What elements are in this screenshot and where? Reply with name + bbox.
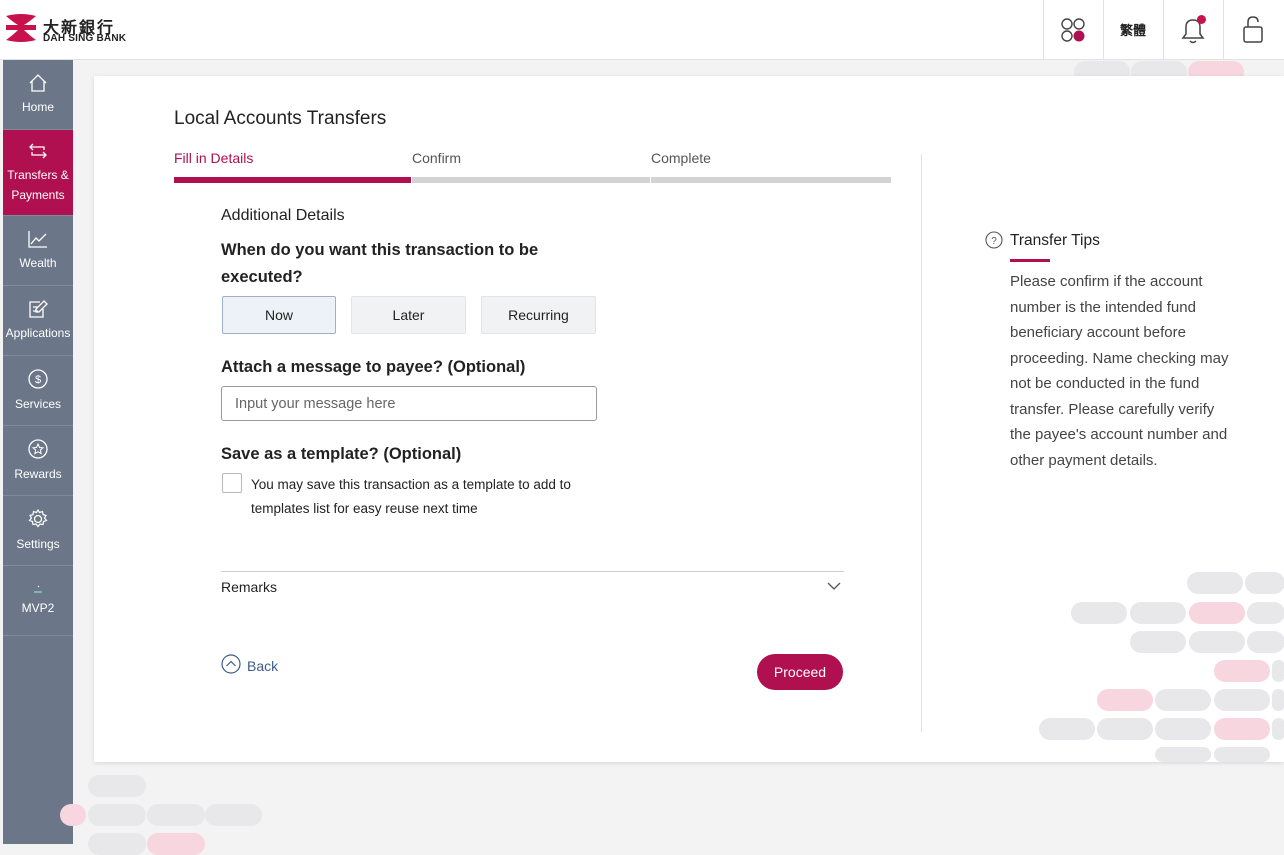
language-toggle[interactable]: 繁體 [1103,0,1162,59]
decor-pill [1130,631,1186,653]
small-bar-icon [34,585,42,593]
decor-pill [88,775,146,797]
save-template-checkbox[interactable] [222,473,242,493]
save-template-text: You may save this transaction as a templ… [251,477,571,516]
message-question: Attach a message to payee? (Optional) [221,358,526,376]
column-divider [921,154,922,732]
decor-pill [147,804,205,826]
sidebar-item-label: Services [14,396,61,411]
step-progress-1 [174,177,411,183]
decor-pill [147,833,205,855]
template-question: Save as a template? (Optional) [221,445,462,463]
proceed-button[interactable]: Proceed [757,654,843,690]
logout-button[interactable] [1223,0,1282,59]
decor-pill [1189,602,1245,624]
section-title: Additional Details [221,207,345,224]
decor-pill [1272,689,1284,711]
step-confirm: Confirm [412,150,462,166]
sidebar-item-label: Home [21,99,54,114]
bell-icon [1181,14,1206,43]
sidebar-item-label: Rewards [14,466,62,481]
message-input[interactable] [221,386,597,421]
when-question: When do you want this transaction to be … [221,241,539,286]
decor-pill [1245,572,1284,594]
decor-pill [1214,718,1270,740]
sidebar-item-wealth[interactable]: Wealth [3,216,73,286]
apps-icon [1061,17,1085,42]
help-icon: ? [985,231,1003,249]
back-button[interactable]: Back [221,654,278,674]
decor-pill [1155,689,1211,711]
sidebar-item-mvp2[interactable]: MVP2 [3,566,73,636]
decor-pill [205,804,262,826]
decor-pill [1071,602,1127,624]
top-header: 大新銀行 DAH SING BANK 繁體 [0,0,1284,60]
sidebar-item-label: MVP2 [21,600,55,615]
decor-pill [1155,718,1211,740]
tips-title: Transfer Tips [1010,232,1100,249]
home-icon [29,73,47,92]
sidebar-item-label: Applications [5,325,71,340]
apps-button[interactable] [1043,0,1102,59]
remarks-divider [221,571,844,572]
decor-pill [60,804,86,826]
dollar-icon: $ [28,368,48,389]
svg-text:?: ? [991,236,997,247]
sidebar-item-services[interactable]: $ Services [3,356,73,426]
tips-underline [1010,259,1050,262]
dah-sing-logo[interactable]: 大新銀行 DAH SING BANK [4,13,134,47]
edit-form-icon [29,299,48,318]
step-fill-in-details: Fill in Details [174,150,254,166]
page-title: Local Accounts Transfers [174,108,387,129]
option-later-button[interactable]: Later [351,296,466,334]
notifications-button[interactable] [1163,0,1222,59]
option-now-button[interactable]: Now [222,296,336,334]
decor-pill [1272,660,1284,682]
decor-pill [1272,718,1284,740]
logo-mark-icon [6,14,36,42]
sidebar-item-label: Wealth [19,255,57,270]
sidebar-item-applications[interactable]: Applications [3,286,73,356]
step-progress-2 [412,177,650,183]
decor-pill [88,804,146,826]
decor-pill [1187,572,1243,594]
decor-pill [1097,689,1153,711]
lock-icon [1243,15,1263,43]
sidebar-item-rewards[interactable]: Rewards [3,426,73,496]
chevron-down-icon[interactable] [827,581,841,591]
sidebar-item-label: Transfers & Payments [7,167,69,202]
logo-english-text: DAH SING BANK [43,33,127,44]
decor-pill [1214,747,1270,762]
sidebar-item-label: Settings [16,536,60,551]
option-recurring-button[interactable]: Recurring [481,296,596,334]
decor-pill [1039,718,1095,740]
chevron-up-circle-icon [221,654,241,674]
transfer-icon [29,143,47,158]
decor-pill [1097,718,1153,740]
decor-pill [88,833,146,855]
remarks-label[interactable]: Remarks [221,579,277,595]
language-label: 繁體 [1119,24,1146,39]
chart-icon [28,230,47,248]
decor-pill [1189,631,1245,653]
back-label: Back [247,658,279,674]
decor-pill [1214,660,1270,682]
tips-body: Please confirm if the account number is … [1010,273,1229,469]
star-icon [28,438,48,459]
step-progress-3 [651,177,891,183]
decor-pill [1130,602,1186,624]
sidebar-item-settings[interactable]: Settings [3,496,73,566]
transfer-card: Local Accounts Transfers Fill in Details… [94,76,1284,762]
gear-icon [28,508,48,527]
decor-pill [1214,689,1270,711]
svg-text:$: $ [35,374,41,386]
decor-pill [1155,747,1211,762]
side-navigation: Home Transfers & Payments Wealth Applica… [3,60,73,844]
decor-pill [1247,602,1284,624]
sidebar-item-home[interactable]: Home [3,60,73,130]
decor-pill [1247,631,1284,653]
sidebar-item-transfers[interactable]: Transfers & Payments [3,130,73,216]
step-complete: Complete [651,150,711,166]
